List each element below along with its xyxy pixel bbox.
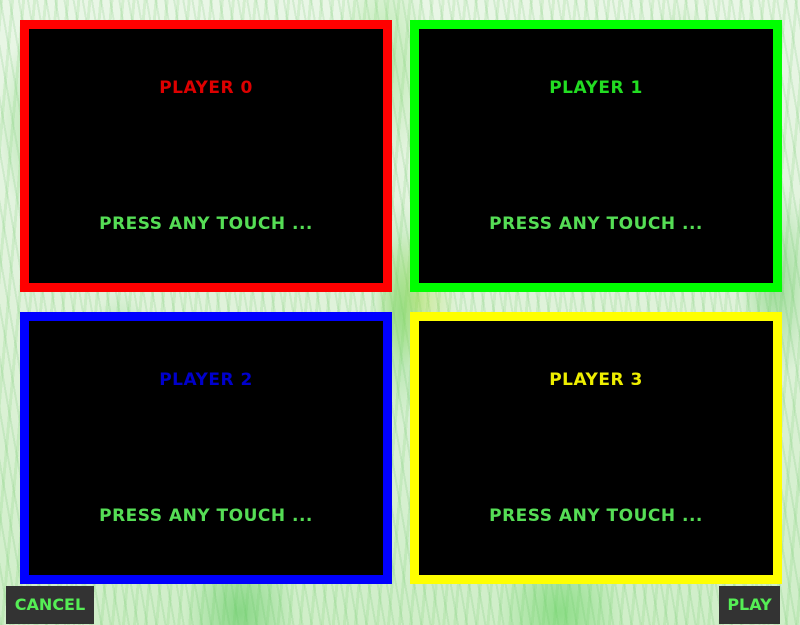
player-3-prompt: PRESS ANY TOUCH ... (489, 506, 703, 526)
play-button[interactable]: PLAY (719, 586, 780, 624)
player-1-label: PLAYER 1 (549, 78, 643, 98)
player-2-label: PLAYER 2 (159, 370, 253, 390)
cancel-button[interactable]: CANCEL (6, 586, 94, 624)
player-3-panel: PLAYER 3 PRESS ANY TOUCH ... (410, 312, 782, 584)
player-1-panel: PLAYER 1 PRESS ANY TOUCH ... (410, 20, 782, 292)
player-0-label: PLAYER 0 (159, 78, 253, 98)
player-0-prompt: PRESS ANY TOUCH ... (99, 214, 313, 234)
player-0-panel: PLAYER 0 PRESS ANY TOUCH ... (20, 20, 392, 292)
player-3-label: PLAYER 3 (549, 370, 643, 390)
player-2-prompt: PRESS ANY TOUCH ... (99, 506, 313, 526)
player-2-panel: PLAYER 2 PRESS ANY TOUCH ... (20, 312, 392, 584)
player-1-prompt: PRESS ANY TOUCH ... (489, 214, 703, 234)
